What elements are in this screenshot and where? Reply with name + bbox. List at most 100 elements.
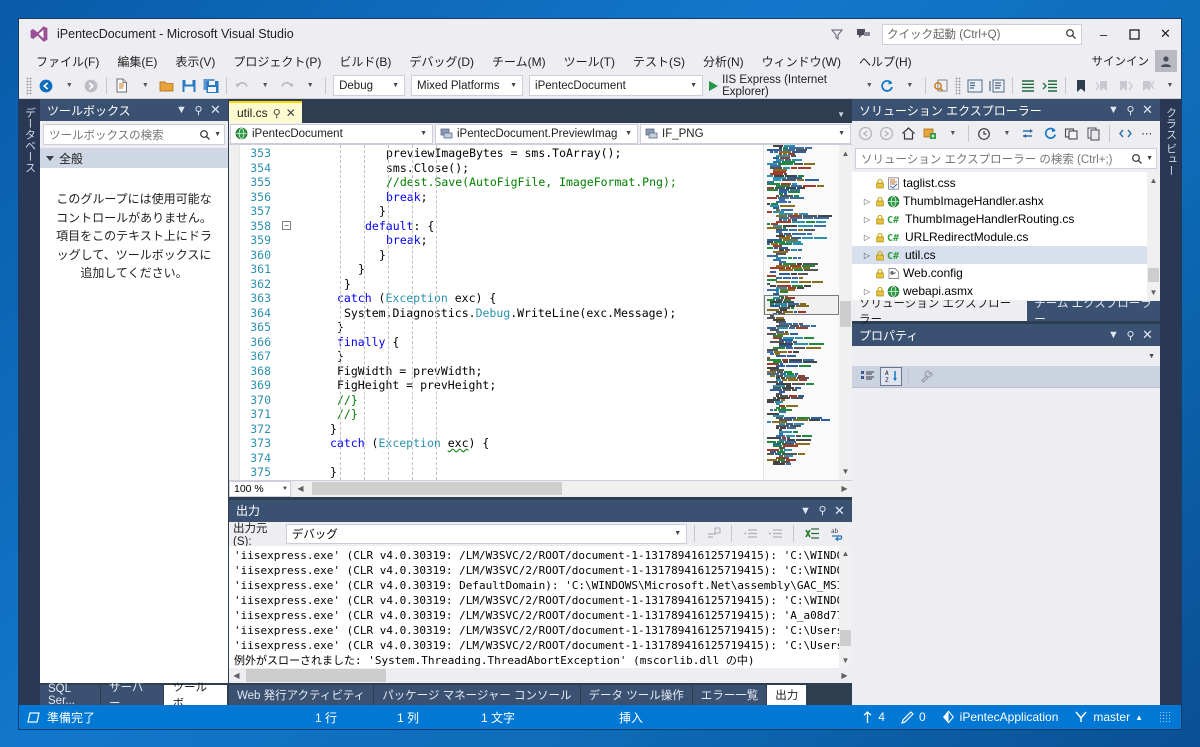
tab-web-publish-activity[interactable]: Web 発行アクティビティ	[229, 685, 374, 705]
solution-explorer-item[interactable]: taglist.css	[852, 174, 1160, 192]
fold-margin[interactable]	[278, 291, 302, 306]
scroll-thumb[interactable]	[1148, 268, 1159, 282]
hscroll-track[interactable]	[244, 668, 837, 683]
properties-object-combo[interactable]: ▼	[852, 346, 1160, 366]
chevron-down-icon[interactable]: ▼	[211, 131, 221, 138]
startup-project-combo[interactable]: iPentecDocument ▼	[529, 75, 704, 96]
tab-package-manager-console[interactable]: パッケージ マネージャー コンソール	[374, 685, 580, 705]
solution-configuration-combo[interactable]: Debug ▼	[333, 75, 406, 96]
fold-margin[interactable]: −	[278, 219, 302, 234]
back-icon[interactable]	[855, 123, 876, 144]
solution-explorer-item[interactable]: ▷ C# URLRedirectModule.cs	[852, 228, 1160, 246]
chevron-down-icon-2[interactable]: ▼	[997, 123, 1018, 144]
scroll-track[interactable]	[1147, 188, 1160, 284]
output-horizontal-scrollbar[interactable]: ◀ ▶	[229, 668, 852, 683]
branch-selector[interactable]: master ▲	[1074, 710, 1143, 724]
expander-icon[interactable]: ▷	[861, 215, 873, 224]
editor-tab-util-cs[interactable]: util.cs ⚲ ✕	[229, 101, 302, 123]
scroll-up-button[interactable]: ▲	[839, 145, 852, 161]
view-code-icon[interactable]	[1115, 123, 1136, 144]
scroll-track[interactable]	[839, 161, 852, 464]
pending-changes[interactable]: 0	[901, 710, 926, 724]
menu-build[interactable]: ビルド(B)	[330, 51, 400, 72]
menu-debug[interactable]: デバッグ(D)	[400, 51, 483, 72]
fold-margin[interactable]	[278, 407, 302, 422]
navigate-back-icon[interactable]	[35, 75, 57, 97]
solution-explorer-search-input[interactable]: ソリューション エクスプローラー の検索 (Ctrl+;) ▼	[855, 148, 1157, 169]
fold-margin[interactable]	[278, 436, 302, 451]
increase-indent-icon[interactable]	[1017, 75, 1039, 97]
scroll-thumb[interactable]	[840, 630, 851, 646]
find-message-icon[interactable]	[702, 523, 724, 545]
toggle-word-wrap-icon[interactable]: ab	[826, 523, 848, 545]
nav-project-combo[interactable]: iPentecDocument ▼	[230, 123, 433, 144]
fold-margin[interactable]	[278, 306, 302, 321]
start-debugging-button[interactable]: IIS Express (Internet Explorer) ▼	[706, 74, 876, 98]
chevron-down-icon[interactable]: ▼	[943, 123, 964, 144]
tab-sql-server-object-explorer[interactable]: SQL Ser...	[40, 683, 101, 707]
solution-explorer-item[interactable]: ▷ ThumbImageHandler.ashx	[852, 192, 1160, 210]
clear-bookmarks-icon[interactable]	[1136, 75, 1158, 97]
alphabetical-sort-icon[interactable]: AZ	[880, 367, 902, 386]
signin-area[interactable]: サインイン	[1092, 50, 1182, 72]
refresh-dropdown[interactable]: ▼	[899, 75, 921, 97]
fold-margin[interactable]	[278, 146, 302, 161]
toolbar-overflow-button[interactable]: ▼	[1159, 75, 1181, 97]
scroll-left-button[interactable]: ◀	[293, 484, 308, 493]
collapse-icon[interactable]: −	[282, 220, 291, 230]
scroll-down-button[interactable]: ▼	[839, 652, 852, 668]
scroll-right-button[interactable]: ▶	[837, 484, 852, 493]
quick-launch-input[interactable]: クイック起動 (Ctrl+Q)	[882, 23, 1082, 45]
close-icon[interactable]: ✕	[1139, 327, 1156, 343]
new-item-icon[interactable]	[111, 75, 133, 97]
menu-edit[interactable]: 編集(E)	[108, 51, 166, 72]
pin-icon[interactable]: ⚲	[190, 104, 207, 117]
resize-grip[interactable]	[1159, 711, 1171, 723]
comment-selection-icon[interactable]	[964, 75, 986, 97]
fold-margin[interactable]	[278, 190, 302, 205]
save-icon[interactable]	[178, 75, 200, 97]
pin-icon[interactable]: ⚲	[273, 107, 281, 120]
chevron-down-icon[interactable]: ▼	[1105, 104, 1122, 116]
toolbar-grip[interactable]	[26, 76, 33, 95]
filter-icon[interactable]	[824, 21, 850, 47]
editor-vertical-scrollbar[interactable]: ▲ ▼	[839, 145, 852, 480]
recent-icon[interactable]	[974, 123, 995, 144]
solution-explorer-item[interactable]: ▷ C# util.cs	[852, 246, 1160, 264]
go-to-next-message-icon[interactable]	[764, 523, 786, 545]
menu-test[interactable]: テスト(S)	[624, 51, 694, 72]
chevron-down-icon[interactable]: ▼	[1105, 329, 1122, 341]
fold-margin[interactable]	[278, 262, 302, 277]
source-control-repo[interactable]: iPentecApplication	[942, 710, 1058, 724]
redo-dropdown[interactable]: ▼	[299, 75, 321, 97]
menu-project[interactable]: プロジェクト(P)	[224, 51, 330, 72]
forward-icon[interactable]	[877, 123, 898, 144]
show-all-files-icon[interactable]	[1083, 123, 1104, 144]
solution-explorer-item[interactable]: ▷ C# ThumbImageHandlerRouting.cs	[852, 210, 1160, 228]
home-icon[interactable]	[898, 123, 919, 144]
solution-explorer-item[interactable]: ▷ webapi.asmx	[852, 282, 1160, 300]
solution-explorer-tree[interactable]: taglist.css ▷ ThumbImageHandler.ashx ▷ C# Thu…	[852, 172, 1160, 300]
scroll-down-button[interactable]: ▼	[839, 464, 852, 480]
tab-error-list[interactable]: エラー一覧	[692, 685, 767, 705]
fold-margin[interactable]	[278, 378, 302, 393]
chevron-down-icon[interactable]: ▼	[837, 110, 852, 123]
tab-output[interactable]: 出力	[767, 685, 807, 705]
fold-margin[interactable]	[278, 335, 302, 350]
tab-toolbox[interactable]: ツールボ...	[164, 682, 227, 710]
expander-icon[interactable]: ▷	[861, 251, 873, 260]
output-vertical-scrollbar[interactable]: ▲ ▼	[839, 545, 852, 668]
close-icon[interactable]: ✕	[286, 106, 296, 120]
autohide-tab-database[interactable]: データベース	[22, 103, 38, 177]
menu-tools[interactable]: ツール(T)	[555, 51, 624, 72]
expander-icon[interactable]: ▷	[861, 287, 873, 296]
chevron-down-icon[interactable]: ▼	[1143, 155, 1153, 162]
save-all-icon[interactable]	[200, 75, 222, 97]
refresh-icon[interactable]	[876, 75, 898, 97]
pending-changes-filter-icon[interactable]	[920, 123, 941, 144]
navigate-back-dropdown[interactable]: ▼	[58, 75, 80, 97]
scroll-track[interactable]	[839, 562, 852, 653]
nav-member-combo[interactable]: IF_PNG ▼	[640, 123, 851, 144]
redo-icon[interactable]	[276, 75, 298, 97]
fold-margin[interactable]	[278, 233, 302, 248]
